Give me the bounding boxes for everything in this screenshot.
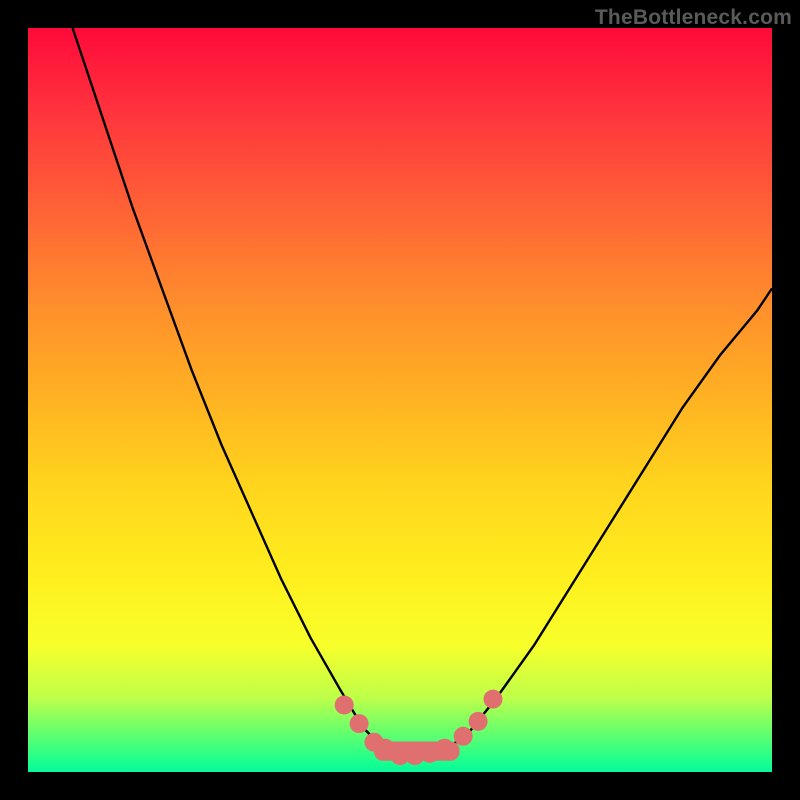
watermark-text: TheBottleneck.com — [595, 6, 792, 30]
highlight-dot — [435, 739, 454, 758]
chart-overlay — [28, 28, 772, 772]
valley-band — [374, 742, 460, 761]
highlight-dot — [469, 712, 488, 731]
highlight-dot — [335, 696, 354, 715]
highlight-dot — [365, 733, 384, 752]
highlight-dot — [376, 739, 395, 758]
highlight-dot — [405, 746, 424, 765]
highlight-dot — [420, 744, 439, 763]
highlight-dot — [391, 746, 410, 765]
bottleneck-curve — [73, 28, 772, 757]
plot-area — [28, 28, 772, 772]
highlight-dot — [484, 690, 503, 709]
chart-frame: TheBottleneck.com — [0, 0, 800, 800]
highlight-dot — [350, 714, 369, 733]
highlight-dots — [335, 690, 503, 766]
highlight-dot — [454, 727, 473, 746]
